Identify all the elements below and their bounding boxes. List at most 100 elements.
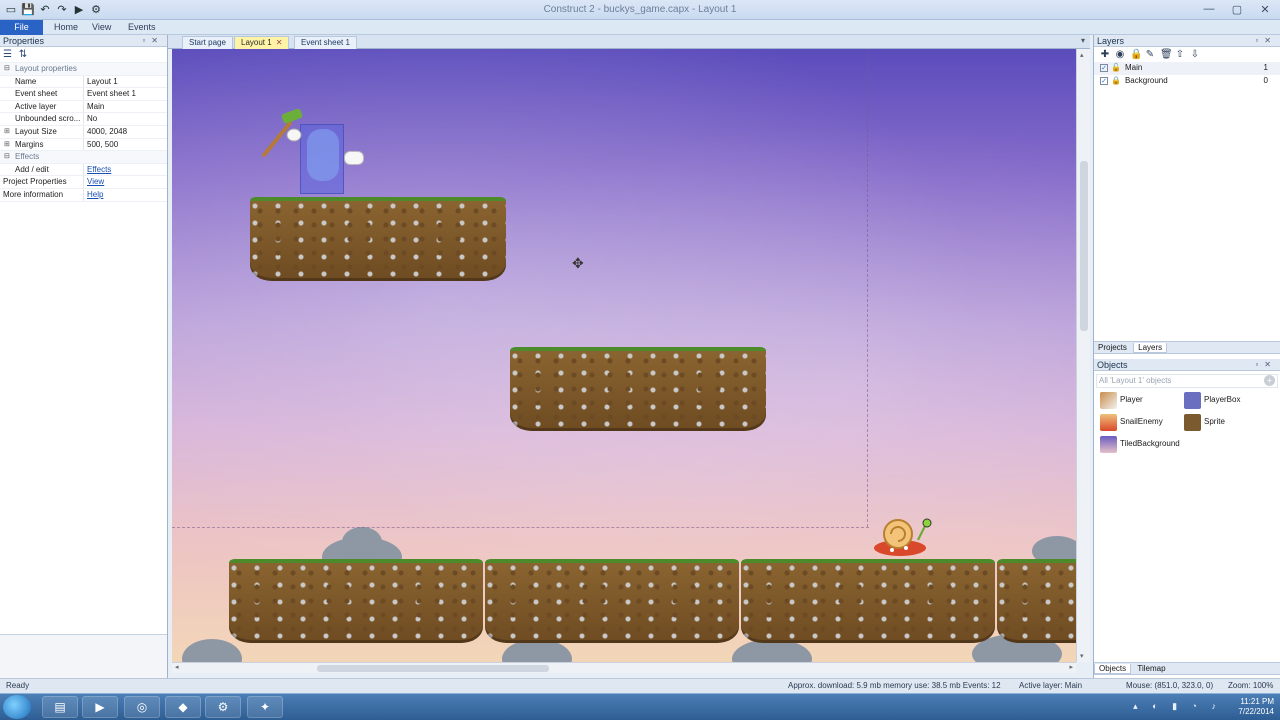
tab-start-page[interactable]: Start page (182, 36, 233, 49)
property-key-text: Name (15, 76, 37, 86)
add-layer-icon[interactable]: ✚ (1100, 49, 1110, 60)
document-tabs: Start page Layout 1 ✕ Event sheet 1 ▾ (168, 35, 1090, 49)
layer-item-main[interactable]: ✓ 🔓 Main 1 (1094, 62, 1280, 75)
playerbox-thumb (1184, 391, 1201, 409)
panel-buttons[interactable]: ▫✕ (1255, 359, 1277, 371)
lock-icon[interactable]: 🔒 (1111, 75, 1121, 88)
object-item-playerbox[interactable]: PlayerBox (1184, 391, 1240, 409)
scroll-down-icon[interactable]: ▾ (1080, 652, 1084, 660)
property-key: ⊞ Margins (0, 138, 84, 151)
property-section[interactable]: ⊟ Layout properties (0, 63, 167, 76)
property-row[interactable]: Name Layout 1 (0, 75, 167, 89)
object-item-player[interactable]: Player (1100, 391, 1143, 409)
eye-icon[interactable]: ◉ (1115, 49, 1125, 60)
categorize-icon[interactable]: ☰ (3, 49, 12, 60)
lock-icon[interactable]: 🔒 (1130, 49, 1142, 60)
scroll-thumb[interactable] (317, 665, 549, 672)
object-item-sprite[interactable]: Sprite (1184, 413, 1225, 431)
tab-layout-1[interactable]: Layout 1 ✕ (234, 36, 290, 49)
layout-canvas[interactable]: ✥ (172, 49, 1076, 662)
scroll-thumb[interactable] (1080, 161, 1088, 331)
tab-layers[interactable]: Layers (1133, 343, 1168, 353)
property-row[interactable]: Unbounded scro... No (0, 113, 167, 126)
media-player-icon[interactable]: ▶ (82, 696, 118, 718)
property-link[interactable]: Effects (84, 164, 111, 176)
object-item-tiledbackground[interactable]: TiledBackground (1100, 435, 1180, 453)
property-row[interactable]: ⊞ Margins 500, 500 (0, 138, 167, 152)
chrome-icon[interactable]: ◎ (124, 696, 160, 718)
snail-enemy-sprite[interactable] (868, 512, 938, 557)
sprite-platform[interactable] (510, 347, 766, 431)
tray-icons[interactable]: ▴ ◐ ▮ ◔ ♪ (1133, 701, 1222, 712)
app-icon[interactable]: ◆ (165, 696, 201, 718)
panel-buttons[interactable]: ▫✕ (142, 35, 164, 47)
filter-icon[interactable]: + (1264, 375, 1275, 386)
object-item-snailenemy[interactable]: SnailEnemy (1100, 413, 1163, 431)
properties-toolbar: ☰ ⇅ (0, 47, 167, 63)
sort-alpha-icon[interactable]: ⇅ (19, 49, 27, 60)
objects-filter-input[interactable]: All 'Layout 1' objects + (1096, 374, 1278, 388)
collapse-icon[interactable]: ⊟ (4, 151, 10, 163)
layer-item-background[interactable]: ✓ 🔒 Background 0 (1094, 75, 1280, 88)
scroll-up-icon[interactable]: ▴ (1080, 51, 1084, 59)
property-key-text: Project Properties (3, 177, 67, 187)
expand-icon[interactable]: ⊞ (4, 139, 10, 151)
expand-icon[interactable]: ⊞ (4, 126, 10, 138)
start-button[interactable] (3, 695, 31, 719)
construct2-icon[interactable]: ✦ (247, 696, 283, 718)
delete-icon[interactable]: 🗑 (1160, 49, 1173, 60)
layer-visible-checkbox[interactable]: ✓ (1100, 76, 1108, 85)
move-down-icon[interactable]: ⇩ (1190, 49, 1200, 60)
sprite-platform[interactable] (997, 559, 1076, 643)
properties-header: Properties ▫✕ (0, 35, 167, 47)
clock[interactable]: 11:21 PM 7/22/2014 (1238, 697, 1274, 717)
settings-icon[interactable]: ⚙ (205, 696, 241, 718)
minimize-icon[interactable]: — (1200, 1, 1218, 17)
explorer-icon[interactable]: ▤ (42, 696, 78, 718)
layer-visible-checkbox[interactable]: ✓ (1100, 64, 1108, 73)
close-icon[interactable]: ✕ (1256, 1, 1274, 17)
property-value[interactable]: Layout 1 (84, 76, 118, 88)
scroll-left-icon[interactable]: ◂ (175, 663, 179, 671)
property-value[interactable]: No (84, 113, 97, 125)
property-link[interactable]: Help (84, 189, 103, 201)
property-value[interactable]: 4000, 2048 (84, 126, 127, 138)
sprite-platform[interactable] (485, 559, 739, 643)
property-value[interactable]: Event sheet 1 (84, 88, 136, 100)
tab-list-icon[interactable]: ▾ (1081, 36, 1085, 45)
lock-icon[interactable]: 🔓 (1111, 62, 1121, 75)
property-row[interactable]: Active layer Main (0, 100, 167, 114)
property-key-text: Event sheet (15, 89, 58, 99)
scroll-right-icon[interactable]: ▸ (1069, 663, 1073, 671)
menu-home[interactable]: Home (54, 22, 78, 32)
maximize-icon[interactable]: ▢ (1228, 1, 1246, 17)
property-row[interactable]: Add / edit Effects (0, 163, 167, 177)
property-value[interactable]: Main (84, 101, 104, 113)
property-link[interactable]: View (84, 176, 104, 188)
panel-buttons[interactable]: ▫✕ (1255, 35, 1277, 47)
tab-tilemap[interactable]: Tilemap (1133, 664, 1169, 673)
property-value[interactable]: 500, 500 (84, 139, 118, 151)
menu-events[interactable]: Events (128, 22, 156, 32)
layer-count: 0 (1263, 75, 1268, 85)
property-row[interactable]: Project Properties View (0, 176, 167, 189)
menu-view[interactable]: View (92, 22, 111, 32)
move-up-icon[interactable]: ⇧ (1175, 49, 1185, 60)
tab-objects[interactable]: Objects (1094, 664, 1132, 674)
property-row[interactable]: ⊞ Layout Size 4000, 2048 (0, 125, 167, 139)
tab-event-sheet-1[interactable]: Event sheet 1 (294, 36, 357, 49)
property-section[interactable]: ⊟ Effects (0, 151, 167, 164)
collapse-icon[interactable]: ⊟ (4, 63, 10, 75)
vertical-scrollbar[interactable]: ▴ ▾ (1076, 49, 1090, 662)
edit-icon[interactable]: ✎ (1145, 49, 1155, 60)
horizontal-scrollbar[interactable]: ◂ ▸ (172, 662, 1076, 673)
property-row[interactable]: More information Help (0, 188, 167, 202)
sprite-platform[interactable] (741, 559, 995, 643)
sprite-platform[interactable] (229, 559, 483, 643)
tab-projects[interactable]: Projects (1094, 343, 1131, 352)
property-row[interactable]: Event sheet Event sheet 1 (0, 88, 167, 101)
close-tab-icon[interactable]: ✕ (276, 38, 283, 47)
file-menu-button[interactable]: File (0, 20, 43, 35)
sprite-platform[interactable] (250, 197, 506, 281)
player-sprite[interactable] (307, 129, 339, 181)
